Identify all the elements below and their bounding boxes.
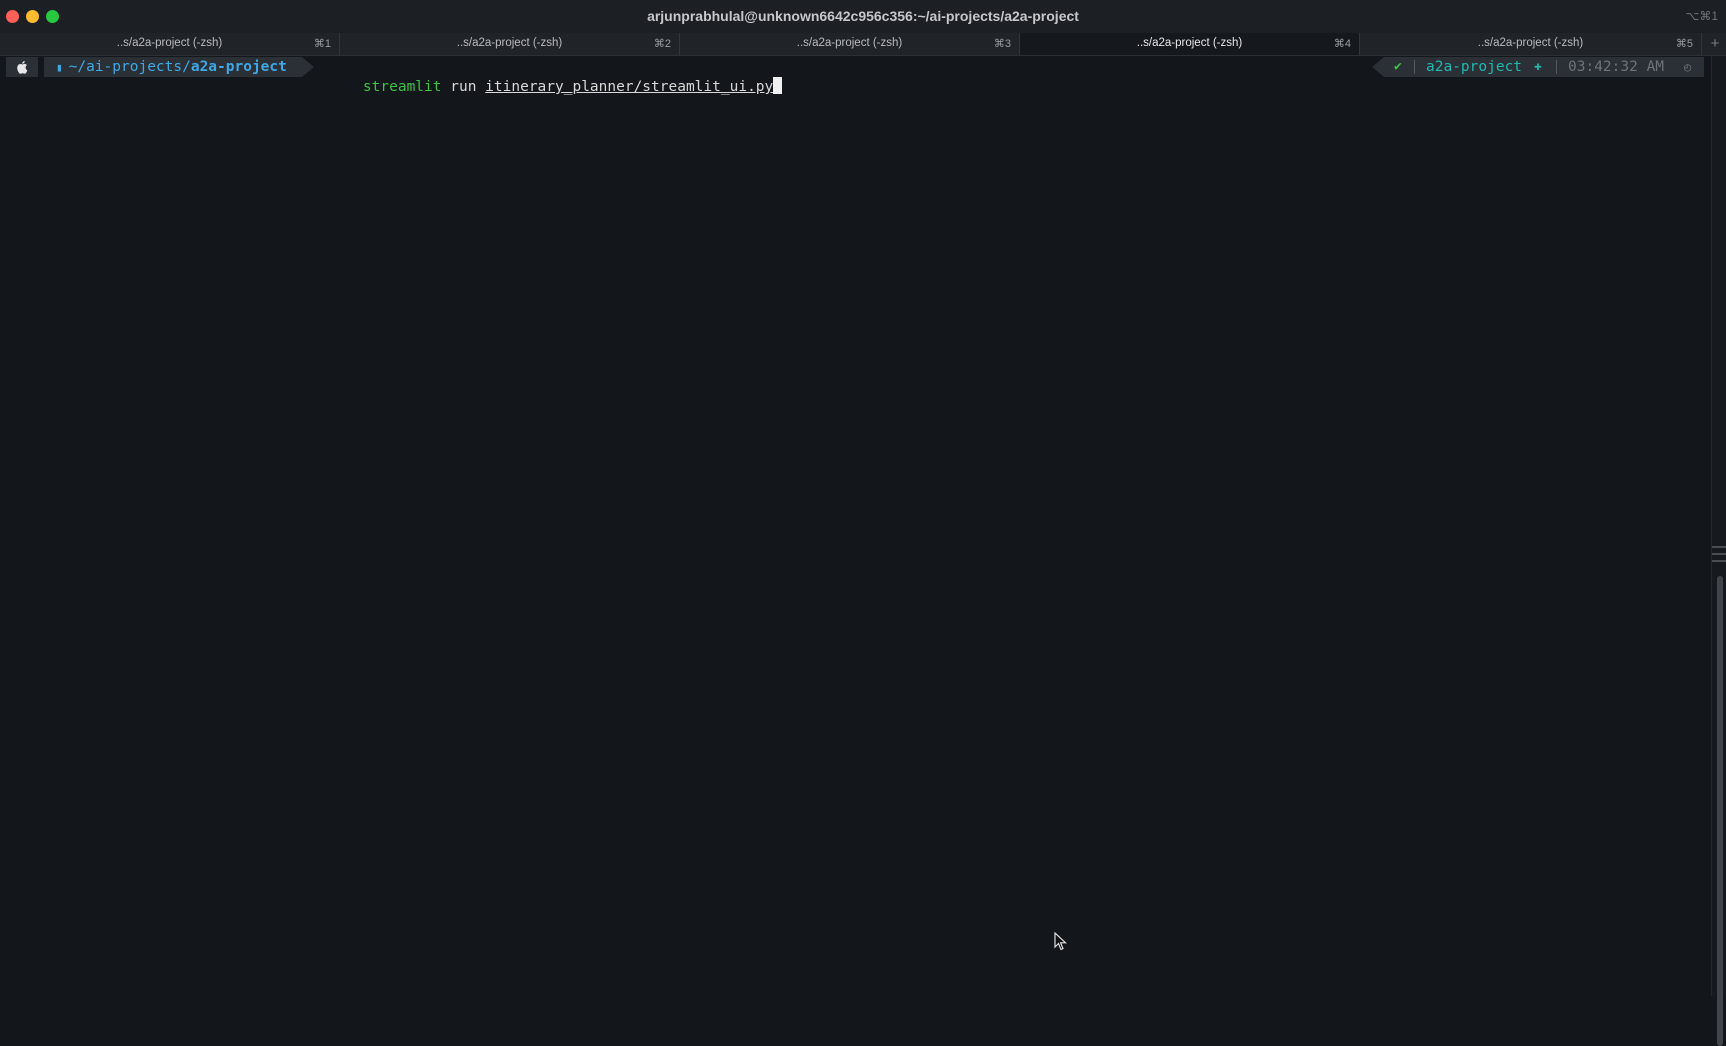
tab-label: ..s/a2a-project (-zsh)	[116, 37, 223, 49]
prompt-time: 03:42:32 AM	[1568, 59, 1665, 75]
new-tab-button[interactable]: +	[1704, 33, 1726, 55]
command-input[interactable]: streamlit run itinerary_planner/streamli…	[328, 59, 783, 114]
tab-shortcut: ⌘2	[653, 38, 671, 50]
python-icon: ✚	[1534, 59, 1542, 74]
tab-bar: ..s/a2a-project (-zsh) ⌘1 ..s/a2a-projec…	[0, 33, 1726, 56]
scrollbar-grip[interactable]	[1712, 546, 1726, 570]
scrollbar[interactable]	[1711, 56, 1726, 1046]
separator	[1414, 60, 1415, 74]
right-prompt: ✔ a2a-project ✚ 03:42:32 AM ◴	[1372, 57, 1704, 77]
tab-shortcut: ⌘3	[993, 38, 1011, 50]
tab-label: ..s/a2a-project (-zsh)	[456, 37, 563, 49]
directory-segment: ▮ ~/ai-projects/a2a-project	[44, 57, 314, 77]
title-bar: arjunprabhulal@unknown6642c956c356:~/ai-…	[0, 0, 1726, 34]
tab-3[interactable]: ..s/a2a-project (-zsh) ⌘3	[680, 33, 1020, 55]
clock-icon: ◴	[1684, 60, 1692, 74]
folder-icon: ▮	[56, 61, 63, 74]
virtualenv-name: a2a-project	[1426, 59, 1523, 75]
tab-5[interactable]: ..s/a2a-project (-zsh) ⌘5	[1360, 33, 1702, 55]
directory-path: ~/ai-projects/	[68, 59, 191, 75]
command-arg: run	[450, 79, 477, 95]
command-file: itinerary_planner/streamlit_ui.py	[485, 79, 774, 95]
status-check-icon: ✔	[1394, 59, 1402, 74]
apple-icon	[6, 57, 38, 77]
separator	[1556, 60, 1557, 74]
tab-2[interactable]: ..s/a2a-project (-zsh) ⌘2	[340, 33, 680, 55]
tab-shortcut: ⌘5	[1675, 38, 1693, 50]
mouse-pointer-icon	[1054, 932, 1068, 951]
tab-label: ..s/a2a-project (-zsh)	[1477, 37, 1584, 49]
text-cursor	[773, 77, 783, 94]
prompt-line[interactable]: ▮ ~/ai-projects/a2a-project streamlit run…	[0, 56, 1726, 95]
tab-shortcut: ⌘1	[313, 38, 331, 50]
tab-label: ..s/a2a-project (-zsh)	[1136, 37, 1243, 49]
command-name: streamlit	[362, 79, 442, 95]
window-title: arjunprabhulal@unknown6642c956c356:~/ai-…	[647, 8, 1079, 24]
tab-shortcut: ⌘4	[1333, 38, 1351, 50]
scrollbar-thumb[interactable]	[1717, 576, 1723, 1046]
directory-name: a2a-project	[190, 59, 287, 75]
window-shortcut: ⌥⌘1	[1685, 9, 1718, 23]
tab-1[interactable]: ..s/a2a-project (-zsh) ⌘1	[0, 33, 340, 55]
tab-label: ..s/a2a-project (-zsh)	[796, 37, 903, 49]
tab-4[interactable]: ..s/a2a-project (-zsh) ⌘4	[1020, 33, 1360, 55]
